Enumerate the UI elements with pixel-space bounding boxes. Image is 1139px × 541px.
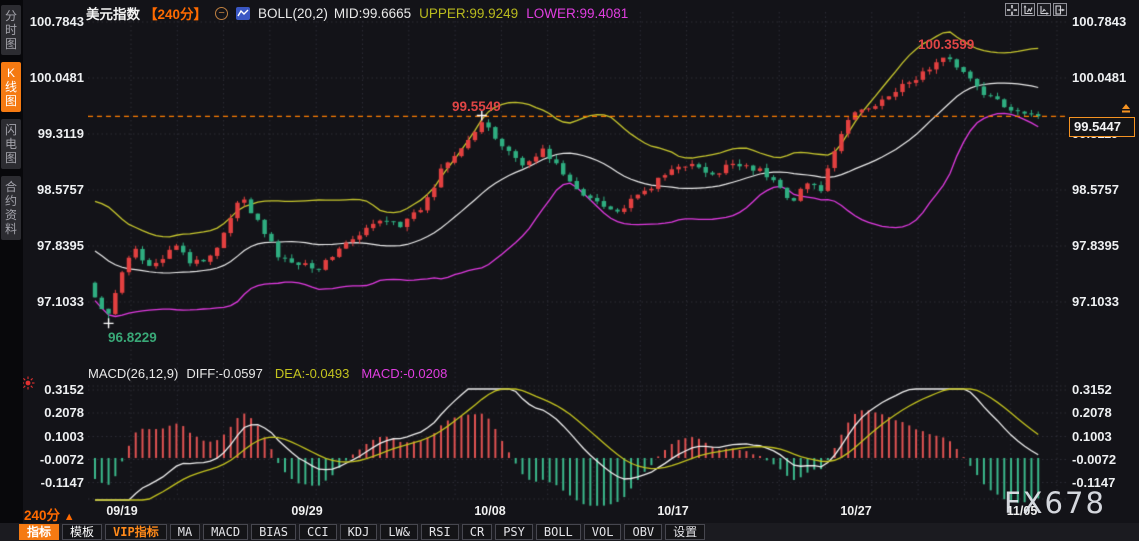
price-label-left-1: 100.0481 bbox=[29, 70, 84, 85]
period-text: 240分 bbox=[24, 508, 61, 523]
toolbar-button-12[interactable]: BOLL bbox=[535, 524, 581, 540]
toolbar-button-0[interactable]: 指标 bbox=[19, 524, 60, 540]
toolbar-button-13[interactable]: VOL bbox=[583, 524, 622, 540]
bottom-toolbar: 指标 模板 VIP指标 MA MACD BIAS CCI KDJ LW& RSI CR PSY BOLL… bbox=[0, 523, 1139, 541]
symbol-name: 美元指数 bbox=[86, 7, 140, 22]
price-label-left-4: 97.8395 bbox=[37, 238, 84, 253]
macd-label-left-1: 0.2078 bbox=[44, 405, 84, 420]
toolbar-button-7[interactable]: KDJ bbox=[339, 524, 378, 540]
date-label-4: 10/27 bbox=[840, 504, 872, 518]
toolbar-button-11[interactable]: PSY bbox=[495, 524, 533, 540]
price-label-right-5: 97.1033 bbox=[1072, 294, 1119, 309]
high-annotation-99-5549: 99.5549 bbox=[452, 99, 501, 114]
price-label-right-3: 98.5757 bbox=[1072, 182, 1119, 197]
macd-diff-value: DIFF:-0.0597 bbox=[186, 366, 263, 381]
date-label-2: 10/08 bbox=[474, 504, 506, 518]
price-label-left-2: 99.3119 bbox=[37, 126, 84, 141]
macd-label-right-2: 0.1003 bbox=[1072, 428, 1112, 444]
trading-app: 分时图 K线图闪电图合约资料 美元指数 【240分】 − BOLL(20,2) M… bbox=[0, 0, 1139, 541]
top-tool-icons bbox=[1005, 3, 1067, 16]
sidebar-tab-1[interactable]: K线图 bbox=[1, 62, 21, 112]
price-label-right-4: 97.8395 bbox=[1072, 238, 1119, 253]
macd-label-right-0: 0.3152 bbox=[1072, 382, 1112, 397]
macd-indicator-label: MACD(26,12,9) bbox=[88, 366, 179, 381]
crosshair-icon[interactable] bbox=[1005, 3, 1019, 16]
macd-label-left-4: -0.1147 bbox=[40, 474, 84, 490]
price-label-right-1: 100.0481 bbox=[1072, 70, 1127, 85]
price-label-right-0: 100.7843 bbox=[1072, 14, 1127, 29]
macd-macd-value: MACD:-0.0208 bbox=[361, 366, 448, 381]
price-chart-canvas[interactable] bbox=[88, 0, 1068, 522]
toolbar-button-4[interactable]: MACD bbox=[203, 524, 249, 540]
toolbar-button-9[interactable]: RSI bbox=[421, 524, 459, 540]
boll-mid-value: MID:99.6665 bbox=[333, 5, 412, 21]
chart-header: 美元指数 【240分】 − BOLL(20,2) MID:99.6665 UPP… bbox=[86, 4, 629, 23]
toolbar-button-15[interactable]: 设置 bbox=[665, 524, 706, 540]
x-axis-scale-icon[interactable] bbox=[1037, 3, 1051, 16]
period-badge: 【240分】 bbox=[144, 7, 208, 22]
alert-burst-icon[interactable] bbox=[21, 376, 35, 395]
toolbar-button-14[interactable]: OBV bbox=[624, 524, 663, 540]
sidebar-tab-3[interactable]: 合约资料 bbox=[1, 176, 21, 240]
price-tag-marker-icon bbox=[1119, 103, 1133, 121]
toolbar-button-6[interactable]: CCI bbox=[298, 524, 337, 540]
sidebar-tab-0[interactable]: 分时图 bbox=[1, 5, 21, 55]
date-label-1: 09/29 bbox=[291, 504, 323, 518]
period-up-triangle-icon: ▲ bbox=[63, 511, 75, 523]
date-label-0: 09/19 bbox=[106, 504, 138, 518]
price-label-left-3: 98.5757 bbox=[37, 182, 84, 197]
date-label-3: 10/17 bbox=[657, 504, 689, 518]
macd-label-left-3: -0.0072 bbox=[39, 451, 84, 467]
macd-dea-value: DEA:-0.0493 bbox=[274, 366, 350, 381]
toolbar-button-1[interactable]: 模板 bbox=[62, 524, 103, 540]
toolbar-button-5[interactable]: BIAS bbox=[251, 524, 296, 540]
watermark-logo: FX678 bbox=[1004, 486, 1106, 520]
boll-indicator-label: BOLL(20,2) bbox=[258, 5, 328, 21]
toolbar-button-3[interactable]: MA bbox=[169, 524, 201, 540]
toolbar-button-10[interactable]: CR bbox=[461, 524, 493, 540]
toolbar-button-8[interactable]: LW& bbox=[380, 524, 419, 540]
boll-upper-value: UPPER:99.9249 bbox=[419, 5, 519, 21]
mini-chart-icon[interactable] bbox=[236, 6, 251, 20]
macd-label-right-1: 0.2078 bbox=[1072, 405, 1112, 420]
macd-label-right-3: -0.0072 bbox=[1072, 451, 1117, 467]
y-axis-scale-icon[interactable] bbox=[1021, 3, 1035, 16]
low-annotation-96-8229: 96.8229 bbox=[108, 330, 157, 345]
sidebar: 分时图 K线图闪电图合约资料 bbox=[0, 0, 23, 541]
price-label-left-0: 100.7843 bbox=[29, 14, 84, 29]
period-selector[interactable]: 240分 ▲ bbox=[24, 504, 75, 524]
macd-label-left-2: 0.1003 bbox=[44, 428, 84, 444]
price-label-left-5: 97.1033 bbox=[37, 294, 84, 309]
macd-header: MACD(26,12,9) DIFF:-0.0597 DEA:-0.0493 M… bbox=[88, 366, 447, 381]
high-annotation-100-3599: 100.3599 bbox=[918, 37, 975, 52]
pan-exit-icon[interactable] bbox=[1053, 3, 1067, 16]
sidebar-tab-2[interactable]: 闪电图 bbox=[1, 119, 21, 169]
minus-circle-icon[interactable]: − bbox=[215, 6, 229, 20]
toolbar-button-2[interactable]: VIP指标 bbox=[105, 524, 167, 540]
boll-lower-value: LOWER:99.4081 bbox=[526, 5, 629, 21]
